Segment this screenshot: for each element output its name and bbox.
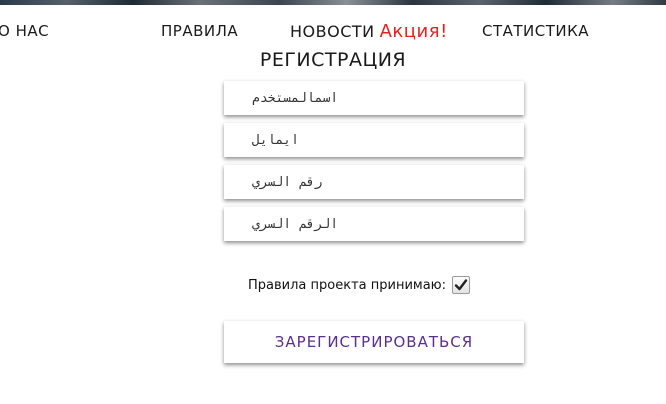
promo-label: Акция! (379, 21, 448, 42)
nav-rules-link[interactable]: ПРАВИЛА (161, 22, 238, 40)
register-button[interactable]: ЗАРЕГИСТРИРОВАТЬСЯ (224, 321, 524, 363)
username-input[interactable] (224, 81, 524, 115)
nav-news-link[interactable]: НОВОСТИ Акция! (290, 21, 448, 42)
email-input[interactable] (224, 123, 524, 157)
registration-form (224, 81, 524, 249)
checkmark-icon (454, 279, 468, 291)
agree-rules-label: Правила проекта принимаю: (248, 277, 446, 293)
nav-news-label: НОВОСТИ (290, 22, 375, 41)
header-photo-strip (0, 0, 666, 5)
agree-rules-row: Правила проекта принимаю: (248, 275, 470, 295)
nav-register-link[interactable]: РЕГИСТРАЦИЯ (0, 49, 666, 71)
agree-rules-checkbox[interactable] (451, 276, 470, 294)
password-input[interactable] (224, 165, 524, 199)
registration-page: О НАС ПРАВИЛА НОВОСТИ Акция! СТАТИСТИКА Р… (0, 0, 666, 404)
password-confirm-input[interactable] (224, 207, 524, 241)
main-nav: О НАС ПРАВИЛА НОВОСТИ Акция! СТАТИСТИКА (0, 21, 666, 44)
nav-about-link[interactable]: О НАС (0, 22, 49, 40)
nav-stats-link[interactable]: СТАТИСТИКА (482, 22, 589, 40)
